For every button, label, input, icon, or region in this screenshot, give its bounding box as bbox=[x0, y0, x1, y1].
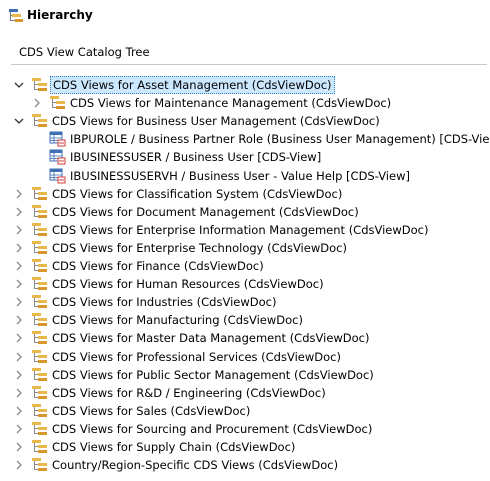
folder-stack-icon bbox=[32, 386, 47, 399]
folder-stack-icon bbox=[32, 205, 47, 218]
tree-row[interactable]: CDS Views for Maintenance Management (Cd… bbox=[0, 94, 490, 112]
folder-stack-icon bbox=[32, 331, 47, 344]
tree-type-value: CDS View Catalog Tree bbox=[19, 45, 150, 59]
tree-row[interactable]: IBUSINESSUSERVH / Business User - Value … bbox=[0, 167, 490, 185]
tree-row-label: CDS Views for Maintenance Management (Cd… bbox=[70, 96, 392, 110]
view-title: Hierarchy bbox=[27, 8, 93, 22]
folder-stack-icon bbox=[32, 404, 47, 417]
view-titlebar: Hierarchy bbox=[0, 0, 490, 30]
folder-stack-icon bbox=[32, 440, 47, 453]
tree-row[interactable]: CDS Views for Public Sector Management (… bbox=[0, 366, 490, 384]
tree-row-label: CDS Views for Enterprise Information Man… bbox=[52, 223, 429, 237]
folder-stack-icon bbox=[32, 295, 47, 308]
tree-row[interactable]: CDS Views for Enterprise Information Man… bbox=[0, 221, 490, 239]
tree-row[interactable]: CDS Views for Master Data Management (Cd… bbox=[0, 329, 490, 347]
tree-row-label: CDS Views for Sourcing and Procurement (… bbox=[52, 422, 373, 436]
tree-row-label: CDS Views for R&D / Engineering (CdsView… bbox=[52, 386, 326, 400]
cds-view-icon bbox=[49, 168, 66, 184]
chevron-right-icon[interactable] bbox=[14, 206, 24, 218]
folder-stack-icon bbox=[50, 96, 65, 109]
tree-row-label: IBUSINESSUSERVH / Business User - Value … bbox=[70, 169, 410, 183]
cds-view-icon bbox=[49, 149, 66, 165]
chevron-right-icon[interactable] bbox=[32, 97, 42, 109]
tree-row-label: CDS Views for Sales (CdsViewDoc) bbox=[52, 404, 251, 418]
tree-row-label: CDS Views for Human Resources (CdsViewDo… bbox=[52, 277, 324, 291]
tree-row[interactable]: IBUSINESSUSER / Business User [CDS-View] bbox=[0, 148, 490, 166]
chevron-down-icon[interactable] bbox=[14, 79, 24, 91]
chevron-right-icon[interactable] bbox=[14, 224, 24, 236]
tree-row-label: CDS Views for Classification System (Cds… bbox=[52, 187, 343, 201]
tree-row[interactable]: CDS Views for Asset Management (CdsViewD… bbox=[0, 76, 490, 94]
folder-stack-icon bbox=[32, 458, 47, 471]
chevron-right-icon[interactable] bbox=[14, 332, 24, 344]
folder-stack-icon bbox=[32, 241, 47, 254]
folder-stack-icon bbox=[32, 78, 47, 91]
tree-row[interactable]: CDS Views for Sales (CdsViewDoc) bbox=[0, 402, 490, 420]
tree-row-label: CDS Views for Business User Management (… bbox=[52, 114, 380, 128]
tree-row-label: IBUSINESSUSER / Business User [CDS-View] bbox=[70, 150, 322, 164]
tree-row-label: CDS Views for Finance (CdsViewDoc) bbox=[52, 259, 264, 273]
chevron-right-icon[interactable] bbox=[14, 423, 24, 435]
tree-row[interactable]: CDS Views for Sourcing and Procurement (… bbox=[0, 420, 490, 438]
tree-row[interactable]: CDS Views for Business User Management (… bbox=[0, 112, 490, 130]
chevron-right-icon[interactable] bbox=[14, 314, 24, 326]
tree-row[interactable]: CDS Views for Human Resources (CdsViewDo… bbox=[0, 275, 490, 293]
tree-row[interactable]: CDS Views for Professional Services (Cds… bbox=[0, 348, 490, 366]
tree-row[interactable]: IBPUROLE / Business Partner Role (Busine… bbox=[0, 130, 490, 148]
folder-stack-icon bbox=[32, 114, 47, 127]
folder-stack-icon bbox=[32, 350, 47, 363]
tree-row-label: CDS Views for Manufacturing (CdsViewDoc) bbox=[52, 313, 303, 327]
hierarchy-icon bbox=[9, 9, 23, 22]
chevron-right-icon[interactable] bbox=[14, 369, 24, 381]
tree-row[interactable]: CDS Views for Finance (CdsViewDoc) bbox=[0, 257, 490, 275]
chevron-right-icon[interactable] bbox=[14, 242, 24, 254]
chevron-right-icon[interactable] bbox=[14, 441, 24, 453]
tree-row-label: CDS Views for Industries (CdsViewDoc) bbox=[52, 295, 277, 309]
chevron-right-icon[interactable] bbox=[14, 459, 24, 471]
chevron-right-icon[interactable] bbox=[14, 278, 24, 290]
tree-row[interactable]: CDS Views for Enterprise Technology (Cds… bbox=[0, 239, 490, 257]
chevron-right-icon[interactable] bbox=[14, 188, 24, 200]
chevron-right-icon[interactable] bbox=[14, 260, 24, 272]
tree-row[interactable]: CDS Views for R&D / Engineering (CdsView… bbox=[0, 384, 490, 402]
folder-stack-icon bbox=[32, 187, 47, 200]
chevron-right-icon[interactable] bbox=[14, 387, 24, 399]
tree-row[interactable]: CDS Views for Supply Chain (CdsViewDoc) bbox=[0, 438, 490, 456]
folder-stack-icon bbox=[32, 422, 47, 435]
folder-stack-icon bbox=[32, 259, 47, 272]
tree-row-label: CDS Views for Document Management (CdsVi… bbox=[52, 205, 359, 219]
tree-row[interactable]: CDS Views for Classification System (Cds… bbox=[0, 185, 490, 203]
tree-row-label: CDS Views for Asset Management (CdsViewD… bbox=[50, 76, 335, 94]
tree-row-label: Country/Region-Specific CDS Views (CdsVi… bbox=[52, 458, 339, 472]
tree-row-label: CDS Views for Supply Chain (CdsViewDoc) bbox=[52, 440, 296, 454]
tree-row-label: CDS Views for Master Data Management (Cd… bbox=[52, 331, 370, 345]
folder-stack-icon bbox=[32, 368, 47, 381]
tree-row-label: CDS Views for Enterprise Technology (Cds… bbox=[52, 241, 347, 255]
tree-row-label: CDS Views for Professional Services (Cds… bbox=[52, 350, 341, 364]
folder-stack-icon bbox=[32, 223, 47, 236]
tree-row[interactable]: Country/Region-Specific CDS Views (CdsVi… bbox=[0, 456, 490, 474]
tree-row[interactable]: CDS Views for Manufacturing (CdsViewDoc) bbox=[0, 311, 490, 329]
folder-stack-icon bbox=[32, 313, 47, 326]
chevron-right-icon[interactable] bbox=[14, 405, 24, 417]
chevron-right-icon[interactable] bbox=[14, 351, 24, 363]
cds-view-icon bbox=[49, 131, 66, 147]
chevron-right-icon[interactable] bbox=[14, 296, 24, 308]
tree-row[interactable]: CDS Views for Industries (CdsViewDoc) bbox=[0, 293, 490, 311]
folder-stack-icon bbox=[32, 277, 47, 290]
tree-row-label: IBPUROLE / Business Partner Role (Busine… bbox=[70, 132, 490, 146]
tree-row-label: CDS Views for Public Sector Management (… bbox=[52, 368, 374, 382]
tree-type-selector[interactable]: CDS View Catalog Tree bbox=[11, 39, 487, 65]
tree-row[interactable]: CDS Views for Document Management (CdsVi… bbox=[0, 203, 490, 221]
chevron-down-icon[interactable] bbox=[14, 115, 24, 127]
